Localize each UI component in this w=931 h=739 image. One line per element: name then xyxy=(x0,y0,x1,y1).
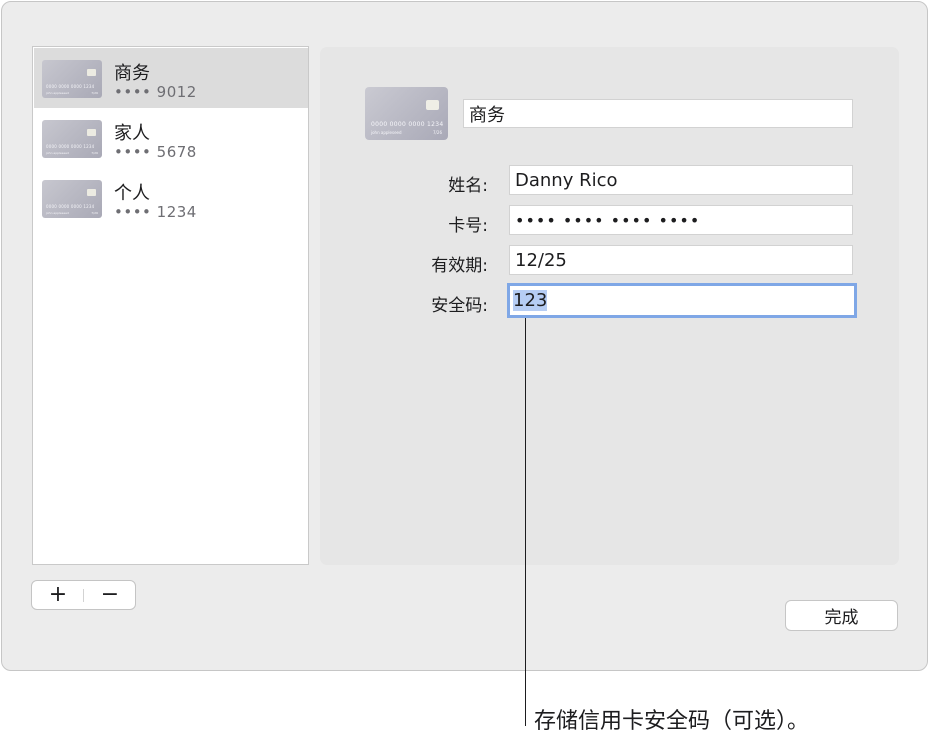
credit-card-settings-window: 0000 0000 0000 1234 john appleseed 7/26 … xyxy=(1,1,928,671)
card-name: 商务 xyxy=(114,63,150,84)
card-art-number: 0000 0000 0000 1234 xyxy=(371,121,444,128)
card-art-holder: john appleseed xyxy=(46,151,69,155)
card-thumbnail-icon: 0000 0000 0000 1234 john appleseed 7/26 xyxy=(42,180,102,218)
chip-icon xyxy=(426,100,439,110)
card-art-expiry: 7/26 xyxy=(91,91,98,95)
card-name: 家人 xyxy=(114,123,150,144)
callout-caption: 存储信用卡安全码（可选）。 xyxy=(534,709,810,734)
security-code-label: 安全码: xyxy=(431,296,488,316)
expiry-field[interactable]: 12/25 xyxy=(509,245,853,275)
list-item[interactable]: 0000 0000 0000 1234 john appleseed 7/26 … xyxy=(34,48,308,108)
card-art-holder: john appleseed xyxy=(46,91,69,95)
add-card-button[interactable]: + xyxy=(32,581,84,609)
card-thumbnail-icon: 0000 0000 0000 1234 john appleseed 7/26 xyxy=(42,60,102,98)
add-remove-control: + − xyxy=(31,580,136,610)
selected-text: 123 xyxy=(513,290,548,311)
card-name: 个人 xyxy=(114,183,150,204)
card-image-icon: 0000 0000 0000 1234 john appleseed 7/26 xyxy=(365,87,448,140)
list-item[interactable]: 0000 0000 0000 1234 john appleseed 7/26 … xyxy=(34,168,308,228)
card-masked-number: •••• 5678 xyxy=(114,143,197,161)
card-art-expiry: 7/26 xyxy=(91,151,98,155)
plus-icon: + xyxy=(48,582,68,607)
screenshot: 0000 0000 0000 1234 john appleseed 7/26 … xyxy=(0,0,931,739)
card-art-holder: john appleseed xyxy=(46,211,69,215)
card-number-label: 卡号: xyxy=(448,216,488,236)
card-art-expiry: 7/26 xyxy=(433,130,442,135)
card-art-expiry: 7/26 xyxy=(91,211,98,215)
card-masked-number: •••• 9012 xyxy=(114,83,197,101)
expiry-label: 有效期: xyxy=(431,256,488,276)
card-detail-panel: 0000 0000 0000 1234 john appleseed 7/26 … xyxy=(320,47,899,565)
minus-icon: − xyxy=(100,582,120,607)
card-art-number: 0000 0000 0000 1234 xyxy=(46,84,95,89)
name-label: 姓名: xyxy=(448,176,488,196)
chip-icon xyxy=(87,69,96,76)
card-masked-number: •••• 1234 xyxy=(114,203,197,221)
callout-line xyxy=(525,318,526,726)
card-art-number: 0000 0000 0000 1234 xyxy=(46,204,95,209)
list-item[interactable]: 0000 0000 0000 1234 john appleseed 7/26 … xyxy=(34,108,308,168)
card-art-number: 0000 0000 0000 1234 xyxy=(46,144,95,149)
card-number-field[interactable]: •••• •••• •••• •••• xyxy=(509,205,853,235)
card-description-field[interactable]: 商务 xyxy=(463,99,853,128)
name-field[interactable]: Danny Rico xyxy=(509,165,853,195)
security-code-field[interactable]: 123 xyxy=(507,283,857,318)
saved-cards-list: 0000 0000 0000 1234 john appleseed 7/26 … xyxy=(32,46,309,565)
chip-icon xyxy=(87,189,96,196)
card-art-holder: john appleseed xyxy=(371,130,402,135)
done-button[interactable]: 完成 xyxy=(785,600,898,631)
remove-card-button[interactable]: − xyxy=(84,581,136,609)
chip-icon xyxy=(87,129,96,136)
card-thumbnail-icon: 0000 0000 0000 1234 john appleseed 7/26 xyxy=(42,120,102,158)
